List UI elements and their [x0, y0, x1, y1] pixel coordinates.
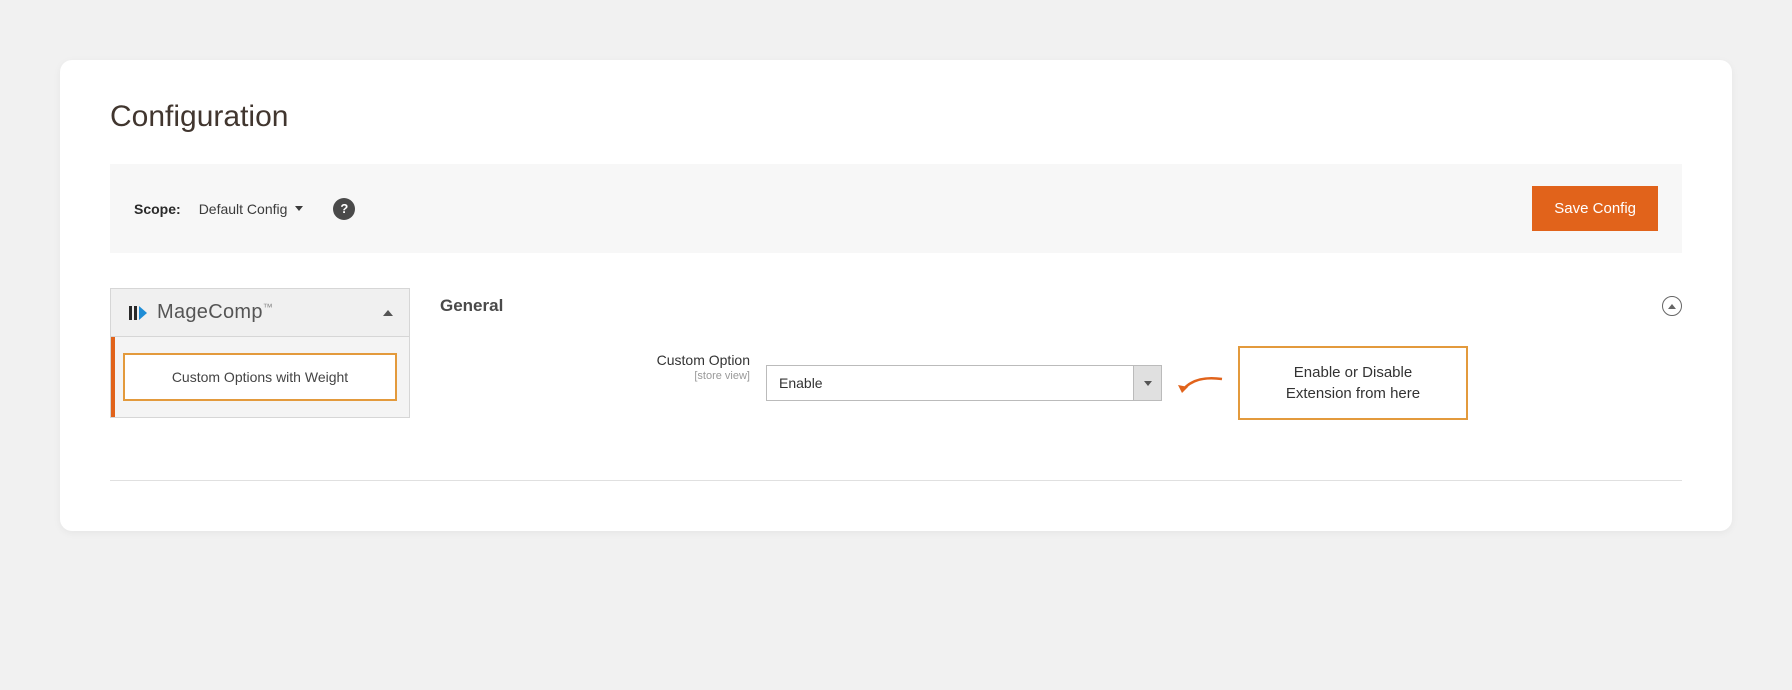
config-card: Configuration Scope: Default Config ? Sa…	[60, 60, 1732, 531]
brand-logo-icon	[127, 302, 149, 324]
select-value: Enable	[767, 366, 1133, 400]
scope-dropdown[interactable]: Default Config	[199, 201, 304, 217]
sidebar-body: Custom Options with Weight	[110, 337, 410, 418]
chevron-up-icon	[383, 310, 393, 316]
section-title: General	[440, 296, 503, 316]
save-config-button[interactable]: Save Config	[1532, 186, 1658, 231]
scope-value: Default Config	[199, 201, 288, 217]
help-icon[interactable]: ?	[333, 198, 355, 220]
dropdown-arrow-icon	[1133, 366, 1161, 400]
main-panel: General Custom Option [store view] Enabl…	[440, 288, 1682, 420]
field-control: Enable Enable or Disable Extension from …	[766, 346, 1682, 420]
section-header: General	[440, 288, 1682, 346]
custom-option-select[interactable]: Enable	[766, 365, 1162, 401]
field-scope: [store view]	[440, 370, 750, 382]
content-row: MageComp™ Custom Options with Weight Gen…	[110, 288, 1682, 481]
caret-down-icon	[295, 206, 303, 211]
sidebar-item-custom-options[interactable]: Custom Options with Weight	[123, 353, 397, 401]
scope-left: Scope: Default Config ?	[134, 198, 355, 220]
page-title: Configuration	[110, 100, 1682, 134]
brand: MageComp™	[127, 301, 273, 324]
field-label: Custom Option	[440, 352, 750, 368]
sidebar-header[interactable]: MageComp™	[110, 288, 410, 337]
scope-label: Scope:	[134, 201, 181, 217]
brand-name: MageComp™	[157, 301, 273, 324]
sidebar: MageComp™ Custom Options with Weight	[110, 288, 410, 420]
field-row-custom-option: Custom Option [store view] Enable Ena	[440, 346, 1682, 420]
field-label-wrap: Custom Option [store view]	[440, 346, 750, 382]
annotation-callout: Enable or Disable Extension from here	[1238, 346, 1468, 420]
scope-bar: Scope: Default Config ? Save Config	[110, 164, 1682, 253]
collapse-icon[interactable]	[1662, 296, 1682, 316]
annotation-arrow-icon	[1180, 365, 1220, 401]
